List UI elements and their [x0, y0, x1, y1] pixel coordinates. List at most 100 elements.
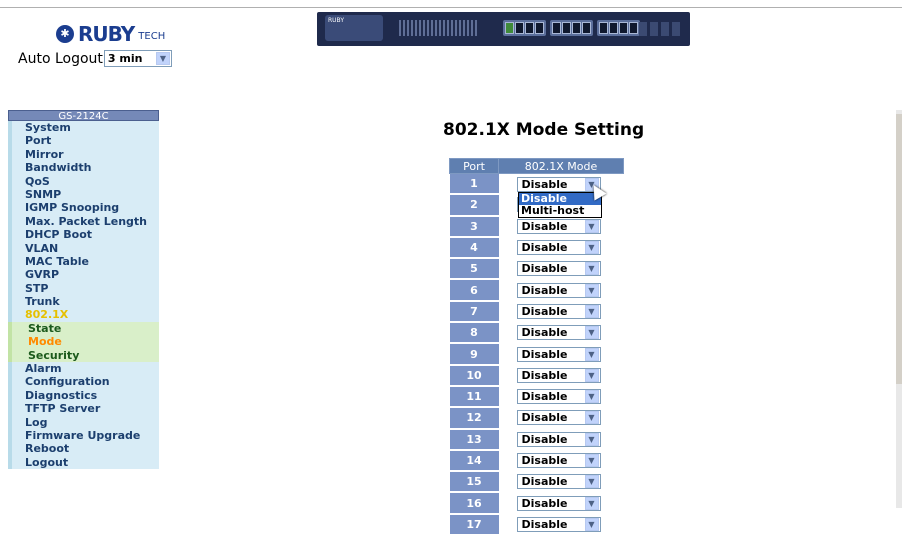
- vertical-scrollbar[interactable]: [896, 110, 902, 508]
- mode-select[interactable]: Disable ▼: [516, 410, 601, 426]
- sidebar-item-state[interactable]: State: [8, 321, 159, 336]
- chevron-down-icon[interactable]: ▼: [584, 390, 599, 404]
- switch-badge: RUBY: [325, 15, 383, 41]
- auto-logout-select[interactable]: 3 min ▼: [103, 50, 172, 67]
- port-number: 8: [449, 322, 499, 345]
- mode-select[interactable]: Disable▼: [516, 282, 601, 298]
- table-row: 9 Disable ▼: [449, 343, 624, 366]
- mode-select[interactable]: Disable▼: [516, 261, 601, 277]
- switch-led-array: [399, 20, 479, 36]
- sidebar-item-firmware-upgrade[interactable]: Firmware Upgrade: [8, 428, 159, 443]
- sidebar-item-mode[interactable]: Mode: [8, 335, 159, 349]
- port-number: 15: [449, 471, 499, 494]
- sidebar-item-alarm[interactable]: Alarm: [8, 362, 159, 376]
- mode-select[interactable]: Disable ▼: [516, 367, 601, 383]
- mode-select-value: Disable: [521, 241, 568, 255]
- chevron-down-icon[interactable]: ▼: [584, 411, 599, 425]
- sidebar-item-igmp-snooping[interactable]: IGMP Snooping: [8, 201, 159, 215]
- mode-dropdown-list[interactable]: Disable Multi-host: [518, 192, 602, 218]
- dropdown-option-multi-host[interactable]: Multi-host: [519, 205, 601, 217]
- sidebar-item-mac-table[interactable]: MAC Table: [8, 254, 159, 269]
- chevron-down-icon[interactable]: ▼: [584, 368, 599, 382]
- port-number: 12: [449, 407, 499, 430]
- sidebar-item-trunk[interactable]: Trunk: [8, 295, 159, 309]
- table-row: 14 Disable ▼: [449, 449, 624, 473]
- mode-select-value: Disable: [521, 347, 568, 361]
- port-group: [503, 20, 546, 36]
- mode-select[interactable]: Disable ▼: [516, 240, 601, 256]
- sidebar-item-configuration[interactable]: Configuration: [8, 375, 159, 389]
- table-row: 15 Disable ▼: [449, 471, 624, 494]
- port-number: 1: [449, 173, 499, 196]
- sidebar-header: GS-2124C: [8, 110, 159, 122]
- port-number: 3: [449, 215, 499, 238]
- sidebar-item-stp[interactable]: STP: [8, 281, 159, 296]
- logo-text: RUBY: [78, 22, 135, 46]
- chevron-down-icon[interactable]: ▼: [584, 475, 599, 489]
- sidebar-item-tftp-server[interactable]: TFTP Server: [8, 402, 159, 416]
- chevron-down-icon[interactable]: ▼: [584, 326, 599, 340]
- table-row: 16 Disable ▼: [449, 492, 624, 515]
- table-row: 7 Disable ▼: [449, 300, 624, 324]
- sidebar-item-reboot[interactable]: Reboot: [8, 442, 159, 456]
- mode-select[interactable]: Disable ▼: [516, 346, 601, 362]
- mode-select[interactable]: Disable ▼: [516, 218, 601, 234]
- sidebar-item-mirror[interactable]: Mirror: [8, 147, 159, 162]
- brand-logo: ✱ RUBY TECH: [56, 22, 165, 46]
- chevron-down-icon[interactable]: ▼: [584, 304, 599, 318]
- chevron-down-icon[interactable]: ▼: [584, 454, 599, 467]
- mode-select[interactable]: Disable▼: [516, 516, 601, 532]
- mode-cell: Disable ▼: [499, 386, 624, 407]
- mode-cell: Disable ▼: [499, 279, 624, 300]
- mode-cell: Disable ▼: [499, 514, 624, 535]
- mode-select[interactable]: Disable▼: [516, 303, 601, 319]
- sidebar-item-security[interactable]: Security: [8, 348, 159, 363]
- sidebar-item-log[interactable]: Log: [8, 415, 159, 429]
- chevron-down-icon[interactable]: ▼: [584, 241, 599, 255]
- switch-front-panel-image: RUBY: [317, 12, 690, 46]
- auto-logout-label: Auto Logout: [18, 50, 103, 67]
- auto-logout-value: 3 min: [107, 52, 143, 65]
- mode-select[interactable]: Disable▼: [516, 431, 601, 447]
- port-number: 2: [449, 194, 499, 217]
- mode-select-value: Disable: [521, 411, 568, 425]
- sidebar-item-max-packet-length[interactable]: Max. Packet Length: [8, 214, 159, 229]
- table-row: 4 Disable ▼: [449, 236, 624, 260]
- scrollbar-thumb[interactable]: [896, 114, 902, 384]
- sidebar-item-dhcp-boot[interactable]: DHCP Boot: [8, 228, 159, 242]
- sidebar-item-gvrp[interactable]: GVRP: [8, 268, 159, 282]
- mode-select[interactable]: Disable▼: [516, 389, 601, 405]
- table-row: 10 Disable ▼: [449, 364, 624, 387]
- sidebar-item-diagnostics[interactable]: Diagnostics: [8, 388, 159, 403]
- port-number: 5: [449, 258, 499, 281]
- mode-cell: Disable ▼: [499, 429, 624, 450]
- chevron-down-icon[interactable]: ▼: [584, 432, 599, 446]
- chevron-down-icon[interactable]: ▼: [155, 52, 170, 65]
- table-row: 17 Disable ▼: [449, 513, 624, 536]
- sidebar-item-802-1x[interactable]: 802.1X: [8, 308, 159, 322]
- switch-port-groups: [503, 20, 640, 36]
- sidebar-item-logout[interactable]: Logout: [8, 455, 159, 470]
- sidebar-item-qos[interactable]: QoS: [8, 174, 159, 188]
- table-row: 3 Disable ▼: [449, 215, 624, 238]
- chevron-down-icon[interactable]: ▼: [584, 517, 599, 531]
- port-number: 16: [449, 492, 499, 515]
- sidebar-item-system[interactable]: System: [8, 121, 159, 135]
- mode-cell: Disable ▼: [499, 450, 624, 471]
- mode-select-value: Disable: [521, 219, 568, 233]
- sidebar-item-bandwidth[interactable]: Bandwidth: [8, 161, 159, 175]
- chevron-down-icon[interactable]: ▼: [584, 283, 599, 297]
- mode-select-value: Disable: [521, 475, 568, 489]
- chevron-down-icon[interactable]: ▼: [584, 347, 599, 361]
- chevron-down-icon[interactable]: ▼: [584, 262, 599, 276]
- sidebar-item-vlan[interactable]: VLAN: [8, 241, 159, 255]
- logo-suffix: TECH: [138, 30, 166, 42]
- sidebar-item-snmp[interactable]: SNMP: [8, 187, 159, 202]
- mode-select[interactable]: Disable▼: [516, 495, 601, 511]
- mode-select-value: Disable: [521, 368, 568, 382]
- mode-select[interactable]: Disable▼: [516, 325, 601, 341]
- mode-select[interactable]: Disable ▼: [516, 474, 601, 490]
- mode-select[interactable]: Disable▼: [516, 453, 601, 468]
- chevron-down-icon[interactable]: ▼: [584, 219, 599, 233]
- sidebar-item-port[interactable]: Port: [8, 134, 159, 148]
